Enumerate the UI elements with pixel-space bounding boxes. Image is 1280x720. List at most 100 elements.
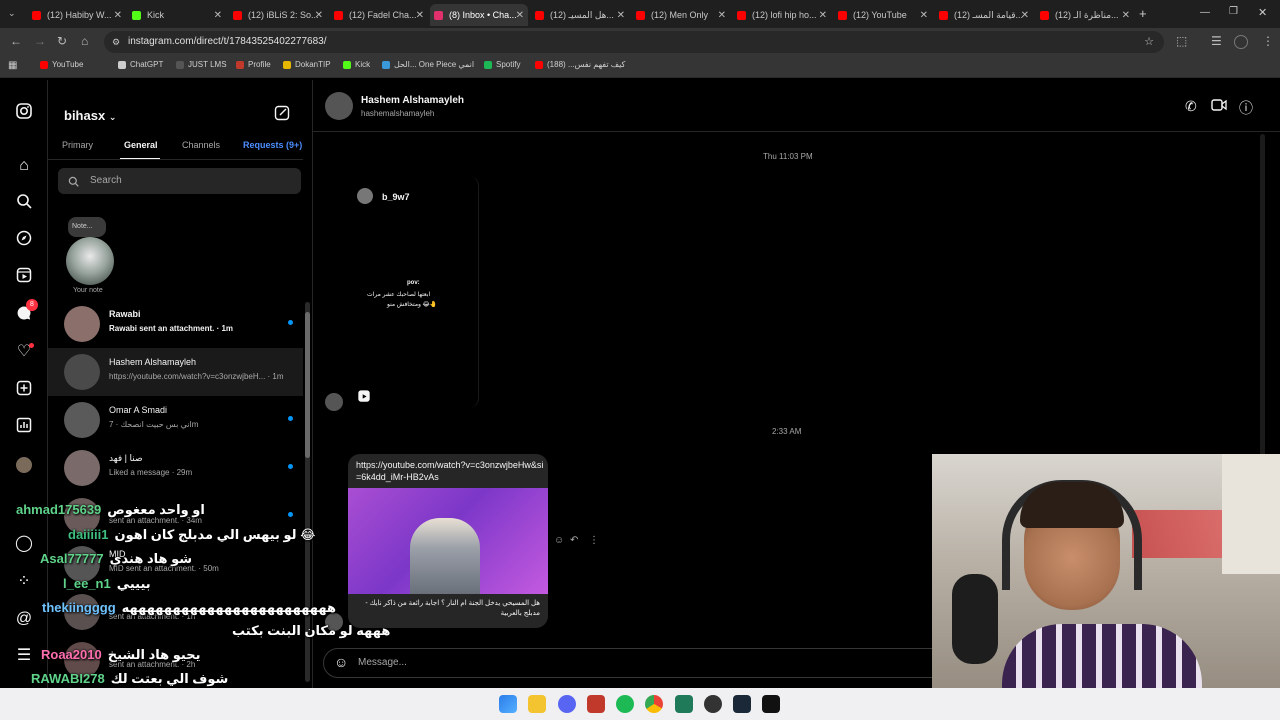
- spotify-icon[interactable]: [616, 695, 634, 713]
- more-menu-icon[interactable]: ☰: [14, 646, 34, 666]
- reading-list-icon[interactable]: ☰: [1211, 34, 1222, 48]
- browser-tab[interactable]: (12) iBLiS 2: So... ✕: [229, 4, 327, 26]
- phone-icon[interactable]: ✆: [1185, 98, 1197, 115]
- tab-general[interactable]: General: [124, 140, 158, 150]
- tab-close-icon[interactable]: ✕: [1122, 10, 1130, 21]
- profile-avatar[interactable]: [14, 455, 34, 475]
- threads-icon[interactable]: ◯: [14, 534, 34, 554]
- discord-icon[interactable]: [558, 695, 576, 713]
- tab-close-icon[interactable]: ✕: [315, 10, 323, 21]
- video-call-icon[interactable]: [1211, 98, 1227, 115]
- chat-name[interactable]: Hashem Alshamayleh: [361, 95, 464, 106]
- tab-close-icon[interactable]: ✕: [114, 10, 122, 21]
- tab-requests[interactable]: Requests (9+): [243, 140, 302, 150]
- maximize-button[interactable]: ❐: [1229, 6, 1238, 17]
- home-icon[interactable]: ⌂: [14, 156, 34, 176]
- url-field[interactable]: ⚙ instagram.com/direct/t/178435254022776…: [104, 31, 1164, 53]
- tab-search-icon[interactable]: ⌄: [8, 8, 16, 19]
- reload-icon[interactable]: ↻: [57, 34, 67, 48]
- sender-avatar[interactable]: [325, 393, 343, 411]
- more-options-icon[interactable]: ⋮: [589, 535, 599, 546]
- reels-icon[interactable]: [14, 267, 34, 287]
- tab-close-icon[interactable]: ✕: [718, 10, 726, 21]
- bookmark-item[interactable]: كيف تفهم نفس... (188): [535, 60, 625, 69]
- file-explorer-icon[interactable]: [528, 695, 546, 713]
- bookmark-item[interactable]: DokanTIP: [283, 60, 331, 69]
- search-box[interactable]: Search: [58, 168, 301, 194]
- browser-tab[interactable]: Kick ✕: [128, 4, 226, 26]
- tab-close-icon[interactable]: ✕: [416, 10, 424, 21]
- start-icon[interactable]: [499, 695, 517, 713]
- chat-avatar[interactable]: [325, 92, 353, 120]
- instagram-logo-icon[interactable]: [14, 102, 34, 122]
- tab-close-icon[interactable]: ✕: [516, 10, 524, 21]
- extensions-icon[interactable]: ⬚: [1176, 34, 1187, 48]
- search-input[interactable]: Search: [90, 175, 122, 186]
- conversation-item[interactable]: Omar A Smadi اني بس حبيت انصحك · 7m: [48, 396, 303, 444]
- browser-tab[interactable]: (8) Inbox • Cha... ✕: [430, 4, 528, 26]
- browser-tab[interactable]: (12) Fadel Cha... ✕: [330, 4, 428, 26]
- browser-tab[interactable]: (12) مناظرة الـ... ✕: [1036, 4, 1134, 26]
- conversation-item[interactable]: صنا | فهد Liked a message · 29m: [48, 444, 303, 492]
- conversation-item[interactable]: Rawabi Rawabi sent an attachment. · 1m: [48, 300, 303, 348]
- terminal-icon[interactable]: [762, 695, 780, 713]
- apps-grid-icon[interactable]: ▦: [8, 60, 17, 71]
- create-icon[interactable]: [14, 380, 34, 400]
- new-message-icon[interactable]: [274, 105, 290, 126]
- your-note-avatar[interactable]: [66, 237, 114, 285]
- bookmark-item[interactable]: ChatGPT: [118, 60, 163, 69]
- messages-icon[interactable]: 8: [14, 299, 38, 325]
- browser-tab[interactable]: (12) Habiby W... ✕: [28, 4, 126, 26]
- bookmark-item[interactable]: Profile: [236, 60, 271, 69]
- bookmark-item[interactable]: Kick: [343, 60, 370, 69]
- bookmark-item[interactable]: الحل... One Piece انمي: [382, 60, 474, 69]
- back-icon[interactable]: ←: [10, 34, 22, 48]
- shared-link-message[interactable]: https://youtube.com/watch?v=c3onzwjbeHw&…: [348, 454, 548, 628]
- inbox-username[interactable]: bihasx ⌄: [64, 108, 116, 123]
- forward-icon[interactable]: →: [34, 34, 46, 48]
- info-icon[interactable]: ⓘ: [1239, 98, 1253, 118]
- note-bubble[interactable]: Note...: [68, 217, 106, 237]
- bookmark-item[interactable]: YouTube: [40, 60, 83, 69]
- react-icon[interactable]: ☺: [554, 535, 564, 546]
- profile-avatar[interactable]: [1234, 35, 1248, 49]
- obs-icon[interactable]: [704, 695, 722, 713]
- emoji-icon[interactable]: ☺: [334, 654, 348, 670]
- browser-tab[interactable]: (12) lofi hip ho... ✕: [733, 4, 831, 26]
- steam-icon[interactable]: [733, 695, 751, 713]
- new-tab-button[interactable]: +: [1139, 6, 1147, 21]
- link-text[interactable]: https://youtube.com/watch?v=c3onzwjbeHw&…: [356, 459, 546, 483]
- browser-tab[interactable]: (12) هل المسيـ... ✕: [531, 4, 629, 26]
- app-icon[interactable]: [675, 695, 693, 713]
- voicemeeter-icon[interactable]: [587, 695, 605, 713]
- explore-icon[interactable]: [14, 230, 34, 250]
- bookmark-star-icon[interactable]: ☆: [1144, 31, 1154, 53]
- bookmark-item[interactable]: Spotify: [484, 60, 520, 69]
- conversation-item[interactable]: Hashem Alshamayleh https://youtube.com/wa…: [48, 348, 303, 396]
- home-icon[interactable]: ⌂: [81, 34, 88, 48]
- tab-channels[interactable]: Channels: [182, 140, 220, 150]
- minimize-button[interactable]: —: [1200, 7, 1210, 18]
- tab-primary[interactable]: Primary: [62, 140, 93, 150]
- threads-app-icon[interactable]: @: [14, 609, 34, 629]
- browser-tab[interactable]: (12) قيامة المسـ... ✕: [935, 4, 1033, 26]
- also-from-meta-icon[interactable]: ⁘: [14, 572, 34, 592]
- tab-close-icon[interactable]: ✕: [920, 10, 928, 21]
- tab-close-icon[interactable]: ✕: [1021, 10, 1029, 21]
- browser-tab[interactable]: (12) Men Only ✕: [632, 4, 730, 26]
- chrome-icon[interactable]: [645, 695, 663, 713]
- shared-reel-card[interactable]: b_9w7 pov: ابعتها لصاحبك عشر مرات ومتخاف…: [351, 176, 479, 408]
- notifications-icon[interactable]: ♡: [14, 342, 34, 362]
- tab-close-icon[interactable]: ✕: [214, 10, 222, 21]
- reply-icon[interactable]: ↶: [570, 535, 578, 546]
- video-thumbnail[interactable]: [348, 488, 548, 594]
- message-input[interactable]: Message...: [358, 657, 407, 668]
- close-window-button[interactable]: ✕: [1258, 6, 1267, 19]
- tab-close-icon[interactable]: ✕: [819, 10, 827, 21]
- browser-menu-icon[interactable]: ⋮: [1262, 34, 1274, 48]
- site-info-icon[interactable]: ⚙: [112, 31, 120, 53]
- tab-close-icon[interactable]: ✕: [617, 10, 625, 21]
- browser-tab[interactable]: (12) YouTube ✕: [834, 4, 932, 26]
- bookmark-item[interactable]: JUST LMS: [176, 60, 227, 69]
- dashboard-icon[interactable]: [14, 417, 34, 437]
